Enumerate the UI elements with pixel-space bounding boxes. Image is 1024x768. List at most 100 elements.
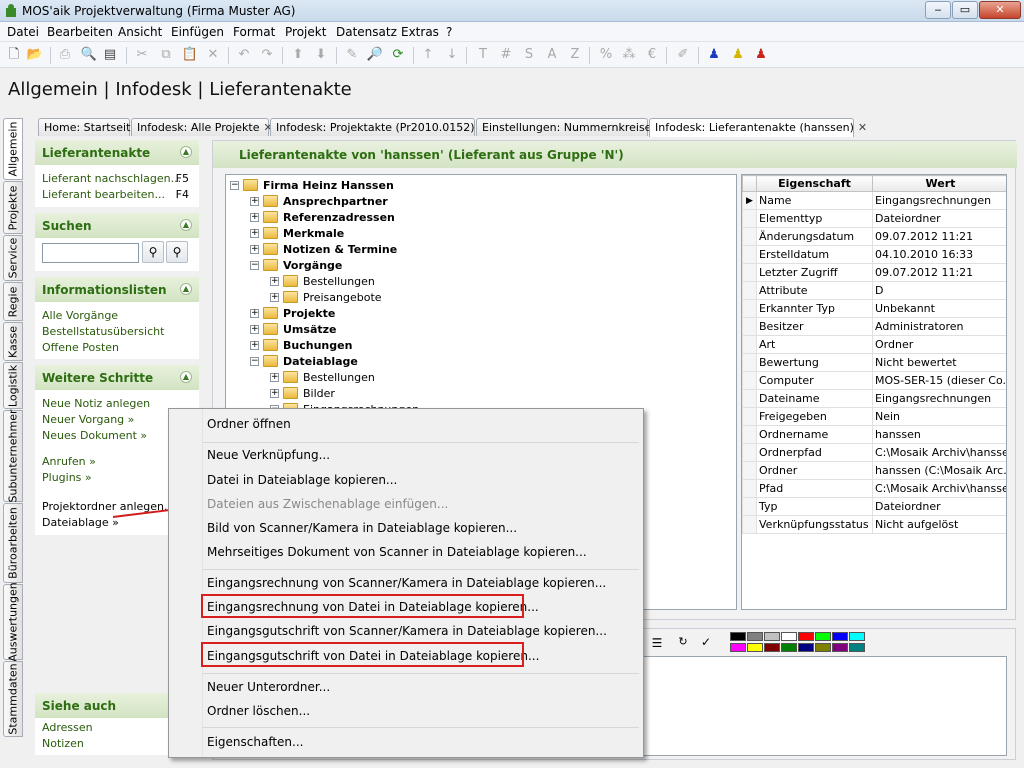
table-row[interactable]: Erstelldatum 04.10.2010 16:33 [742,245,1006,264]
property-value-cell[interactable]: 09.07.2012 11:21 [872,263,1006,282]
chevron-up-icon[interactable]: ▲ [180,146,192,158]
menu-datei[interactable]: Datei [7,25,39,39]
move-down-icon[interactable]: ⬇ [312,46,330,64]
rtf-icon[interactable]: ↻ [674,635,692,653]
menu-einfuegen[interactable]: Einfügen [171,25,224,39]
spellcheck-icon[interactable]: ✓ [697,635,715,653]
property-name-cell[interactable]: Name [756,191,873,210]
color-swatch[interactable] [764,632,780,641]
tab-alle-projekte[interactable]: Infodesk: Alle Projekte ✕ [131,118,273,136]
property-value-cell[interactable]: hanssen [872,425,1006,444]
menu-help[interactable]: ? [446,25,452,39]
table-row[interactable]: Ordner hanssen (C:\Mosaik Arc... [742,461,1006,480]
delete-icon[interactable]: ✕ [204,46,222,64]
color-swatch[interactable] [815,632,831,641]
binoculars-icon[interactable]: ⚲ [142,241,164,263]
vtab-service[interactable]: Service [3,235,23,281]
property-value-cell[interactable]: Nicht bewertet [872,353,1006,372]
menu-item-neuer-unterordner[interactable]: Neuer Unterordner... [207,680,330,694]
link-bestellstatus[interactable]: Bestellstatusübersicht [42,325,164,338]
menu-extras[interactable]: Extras [401,25,439,39]
panel-header[interactable]: Suchen ▲ [35,213,199,238]
table-row[interactable]: Dateiname Eingangsrechnungen [742,389,1006,408]
color-swatch[interactable] [747,643,763,652]
print-preview-icon[interactable]: 🔍 [80,46,98,64]
percent-icon[interactable]: % [597,46,615,64]
property-name-cell[interactable]: Bewertung [756,353,873,372]
menu-item-ordner-loeschen[interactable]: Ordner löschen... [207,704,310,718]
menu-item-mehrseitiges-dokument[interactable]: Mehrseitiges Dokument von Scanner in Dat… [207,545,587,559]
indent-icon[interactable]: ☰ [648,636,666,652]
property-value-cell[interactable]: D [872,281,1006,300]
find-icon[interactable]: 🔎 [366,46,384,64]
property-name-cell[interactable]: Computer [756,371,873,390]
link-plugins[interactable]: Plugins » [42,471,92,484]
move-up-icon[interactable]: ⬆ [289,46,307,64]
cut-icon[interactable]: ✂ [133,46,151,64]
property-name-cell[interactable]: Ordner [756,461,873,480]
new-document-icon[interactable]: 🗋 [5,46,23,64]
property-name-cell[interactable]: Änderungsdatum [756,227,873,246]
alignment-format-icon[interactable]: A [543,46,561,64]
property-name-cell[interactable]: Typ [756,497,873,516]
color-swatch[interactable] [849,632,865,641]
table-row[interactable]: Computer MOS-SER-15 (dieser Co... [742,371,1006,390]
tab-lieferantenakte[interactable]: Infodesk: Lieferantenakte (hanssen) ✕ [649,118,867,137]
menu-format[interactable]: Format [233,25,275,39]
tab-close-icon[interactable]: ✕ [858,121,867,134]
redo-icon[interactable]: ↷ [258,46,276,64]
property-name-cell[interactable]: Pfad [756,479,873,498]
property-name-cell[interactable]: Besitzer [756,317,873,336]
table-row[interactable]: Änderungsdatum 09.07.2012 11:21 [742,227,1006,246]
link-neuer-vorgang[interactable]: Neuer Vorgang » [42,413,134,426]
color-swatch[interactable] [764,643,780,652]
vtab-allgemein[interactable]: Allgemein [3,118,23,180]
vtab-auswertungen[interactable]: Auswertungen [3,582,23,662]
sort-descending-icon[interactable]: ↓ [443,46,461,64]
menu-item-neue-verknuepfung[interactable]: Neue Verknüpfung... [207,448,330,462]
menu-item-bild-scanner[interactable]: Bild von Scanner/Kamera in Dateiablage k… [207,521,517,535]
menu-item-eingangsgutschrift-scanner[interactable]: Eingangsgutschrift von Scanner/Kamera in… [207,624,607,638]
link-adressen[interactable]: Adressen [42,721,93,734]
table-row[interactable]: Verknüpfungsstatus Nicht aufgelöst [742,515,1006,534]
chevron-up-icon[interactable]: ▲ [180,371,192,383]
property-name-cell[interactable]: Attribute [756,281,873,300]
sum-format-icon[interactable]: S [520,46,538,64]
table-row[interactable]: Ordnername hanssen [742,425,1006,444]
vtab-logistik[interactable]: Logistik [3,362,23,409]
property-name-cell[interactable]: Freigegeben [756,407,873,426]
menu-projekt[interactable]: Projekt [285,25,326,39]
vtab-subunternehmer[interactable]: Subunternehmer [3,409,23,503]
open-folder-icon[interactable]: 📂 [26,46,44,64]
property-name-cell[interactable]: Elementtyp [756,209,873,228]
property-value-cell[interactable]: C:\Mosaik Archiv\hansse... [872,479,1006,498]
color-swatch[interactable] [781,632,797,641]
vtab-regie[interactable]: Regie [3,282,23,321]
sort-ascending-icon[interactable]: ↑ [419,46,437,64]
link-notizen[interactable]: Notizen [42,737,84,750]
property-value-cell[interactable]: C:\Mosaik Archiv\hanssen [872,443,1006,462]
property-name-cell[interactable]: Art [756,335,873,354]
property-value-cell[interactable]: Eingangsrechnungen [872,389,1006,408]
property-value-cell[interactable]: Dateiordner [872,209,1006,228]
user-blue-icon[interactable]: ♟ [705,46,723,64]
color-swatch[interactable] [798,632,814,641]
property-value-cell[interactable]: hanssen (C:\Mosaik Arc... [872,461,1006,480]
menu-datensatz[interactable]: Datensatz [336,25,397,39]
link-offene-posten[interactable]: Offene Posten [42,341,119,354]
chevron-up-icon[interactable]: ▲ [180,283,192,295]
property-name-cell[interactable]: Dateiname [756,389,873,408]
property-value-cell[interactable]: Dateiordner [872,497,1006,516]
decimal-icon[interactable]: ⁂ [620,46,638,64]
user-red-icon[interactable]: ♟ [752,46,770,64]
signature-icon[interactable]: ✐ [674,46,692,64]
vtab-bueroarbeiten[interactable]: Büroarbeiten [3,503,23,583]
tab-home[interactable]: Home: Startseite [38,118,137,136]
link-alle-vorgaenge[interactable]: Alle Vorgänge [42,309,118,322]
menu-item-ordner-oeffnen[interactable]: Ordner öffnen [207,417,291,431]
properties-grid[interactable]: Eigenschaft Wert ▶ Name Eingangsrechnungen E… [741,174,1007,610]
book-icon[interactable]: ▤ [101,46,119,64]
color-swatch[interactable] [730,643,746,652]
copy-icon[interactable]: ⧉ [157,46,175,64]
table-row[interactable]: Besitzer Administratoren [742,317,1006,336]
